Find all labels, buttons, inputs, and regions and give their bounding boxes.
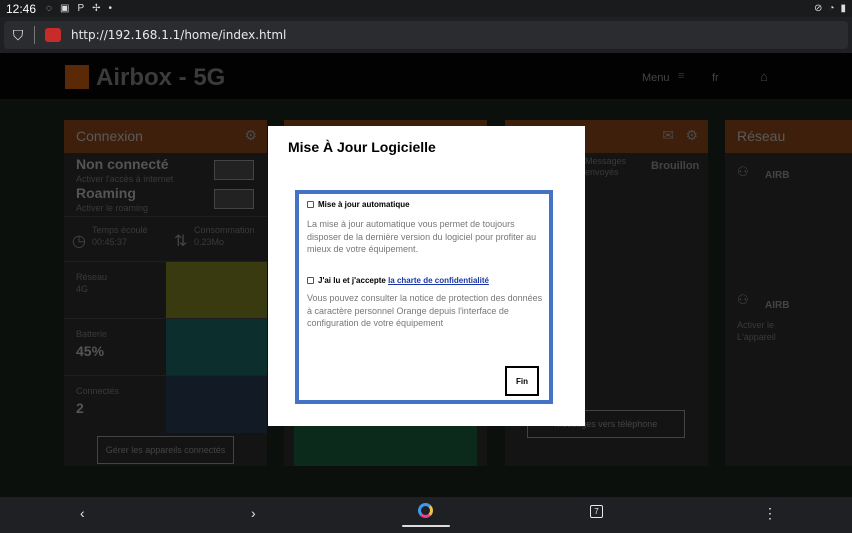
internet-toggle[interactable] <box>214 160 254 180</box>
clock-icon: ◷ <box>72 233 86 250</box>
consumption-label: Consommation <box>194 225 255 235</box>
device-icon: ⚇ <box>737 164 749 179</box>
gear-icon[interactable]: ⚙ <box>685 127 698 144</box>
auto-update-label[interactable]: Mise à jour automatique <box>318 200 410 209</box>
reseau-card-header: Réseau <box>725 120 852 153</box>
privacy-policy-link[interactable]: la charte de confidentialité <box>388 276 489 285</box>
dot-icon: • <box>108 3 113 14</box>
battery-icon: ▮ <box>840 3 846 14</box>
connexion-card: Connexion ⚙ Non connecté Activer l'accès… <box>64 120 267 466</box>
image-icon: ▣ <box>59 3 70 14</box>
gear-icon[interactable]: ⚙ <box>244 127 257 144</box>
network-label: Réseau <box>76 272 108 282</box>
auto-update-checkbox[interactable] <box>307 201 314 208</box>
status-bar: 12:46 ◌ ▣ P ✢ • ⊘ ◔ ▮ <box>0 0 852 17</box>
connected-value: 2 <box>76 400 84 416</box>
forward-icon[interactable]: › <box>251 505 256 521</box>
wifi-icon: ◌ <box>46 3 52 14</box>
url-field[interactable]: ⛉ http://192.168.1.1/home/index.html <box>4 21 848 49</box>
reseau-sub-1: Activer le <box>737 320 775 330</box>
wifi-icon: ◔ <box>828 3 835 14</box>
browser-bottom-bar: ‹ › 7 ⋮ <box>0 497 852 533</box>
connection-status-sub: Activer l'accès à internet <box>76 174 174 184</box>
promo-illustration <box>294 420 477 466</box>
url-text[interactable]: http://192.168.1.1/home/index.html <box>71 28 286 42</box>
battery-value: 45% <box>76 343 105 359</box>
privacy-option: J'ai lu et j'accepte la charte de confid… <box>307 276 489 285</box>
roaming-sub: Activer le roaming <box>76 203 149 213</box>
reseau-item-1[interactable]: AIRB <box>765 170 789 181</box>
menu-link[interactable]: Menu <box>642 72 670 84</box>
fan-icon: ✢ <box>92 3 101 14</box>
privacy-label[interactable]: J'ai lu et j'accepte la charte de confid… <box>318 276 489 285</box>
auto-update-description: La mise à jour automatique vous permet d… <box>307 219 537 254</box>
roaming-label: Roaming <box>76 185 136 201</box>
software-update-dialog: Mise À Jour Logicielle Mise à jour autom… <box>268 126 585 426</box>
dialog-title: Mise À Jour Logicielle <box>288 139 436 155</box>
consumption-value: 0.23Mo <box>194 237 225 247</box>
battery-label: Batterie <box>76 329 108 339</box>
tab-drafts[interactable]: Brouillon <box>651 160 699 172</box>
menu-icon[interactable]: ≡ <box>678 70 684 82</box>
router-illustration <box>166 262 267 319</box>
roaming-toggle[interactable] <box>214 189 254 209</box>
time-value: 00:45:37 <box>92 237 128 247</box>
screen: 12:46 ◌ ▣ P ✢ • ⊘ ◔ ▮ ⛉ http://192.168.1… <box>0 0 852 533</box>
home-indicator[interactable] <box>402 525 450 527</box>
network-value: 4G <box>76 284 89 294</box>
mail-icon[interactable]: ✉ <box>662 127 674 144</box>
connexion-card-header: Connexion ⚙ <box>64 120 267 153</box>
mute-icon: ⊘ <box>814 3 823 14</box>
auto-update-option: Mise à jour automatique <box>307 200 410 209</box>
more-menu-icon[interactable]: ⋮ <box>763 505 777 522</box>
p-icon: P <box>77 3 85 14</box>
dialog-body: Mise à jour automatique La mise à jour a… <box>295 190 553 404</box>
status-left-icons: ◌ ▣ P ✢ • <box>46 3 112 14</box>
network-row: Réseau 4G <box>64 261 267 319</box>
reseau-card: Réseau ⚇ AIRB ⚇ AIRB Activer le L'appare… <box>725 120 852 466</box>
reseau-item-2[interactable]: AIRB <box>765 300 789 311</box>
privacy-description: Vous pouvez consulter la notice de prote… <box>307 293 543 328</box>
connection-status: Non connecté <box>76 156 169 172</box>
connected-label: Connectés <box>76 386 120 396</box>
connexion-title: Connexion <box>76 128 143 144</box>
finish-button[interactable]: Fin <box>505 366 539 396</box>
status-right-icons: ⊘ ◔ ▮ <box>814 3 846 14</box>
reseau-sub-2: L'appareil <box>737 332 776 342</box>
shield-icon[interactable]: ⛉ <box>4 27 32 44</box>
devices-illustration <box>166 376 267 433</box>
site-favicon-icon <box>45 28 61 42</box>
browser-toolbar: ⛉ http://192.168.1.1/home/index.html <box>0 17 852 53</box>
tabs-count-button[interactable]: 7 <box>590 505 603 518</box>
privacy-label-prefix: J'ai lu et j'accepte <box>318 276 389 285</box>
manage-devices-button[interactable]: Gérer les appareils connectés <box>97 436 234 464</box>
back-icon[interactable]: ‹ <box>80 505 85 521</box>
transfer-icon: ⇅ <box>174 233 188 250</box>
battery-illustration <box>166 319 267 376</box>
device-icon: ⚇ <box>737 292 749 307</box>
tab-sent[interactable]: Messages envoyés <box>585 156 645 178</box>
time-label: Temps écoulé <box>92 225 148 235</box>
orange-logo-icon <box>65 65 89 89</box>
usage-row: ◷ Temps écoulé 00:45:37 ⇅ Consommation 0… <box>64 216 267 262</box>
connected-row: Connectés 2 <box>64 375 267 433</box>
site-header: Airbox - 5G Menu ≡ fr ⌂ <box>0 53 852 99</box>
privacy-checkbox[interactable] <box>307 277 314 284</box>
url-separator <box>34 26 35 44</box>
status-time: 12:46 <box>6 1 37 16</box>
brand-title: Airbox - 5G <box>96 64 226 91</box>
browser-logo-icon[interactable] <box>418 503 433 518</box>
language-select[interactable]: fr <box>712 72 719 84</box>
reseau-title: Réseau <box>737 128 786 144</box>
battery-row: Batterie 45% <box>64 318 267 376</box>
home-icon[interactable]: ⌂ <box>760 69 768 84</box>
